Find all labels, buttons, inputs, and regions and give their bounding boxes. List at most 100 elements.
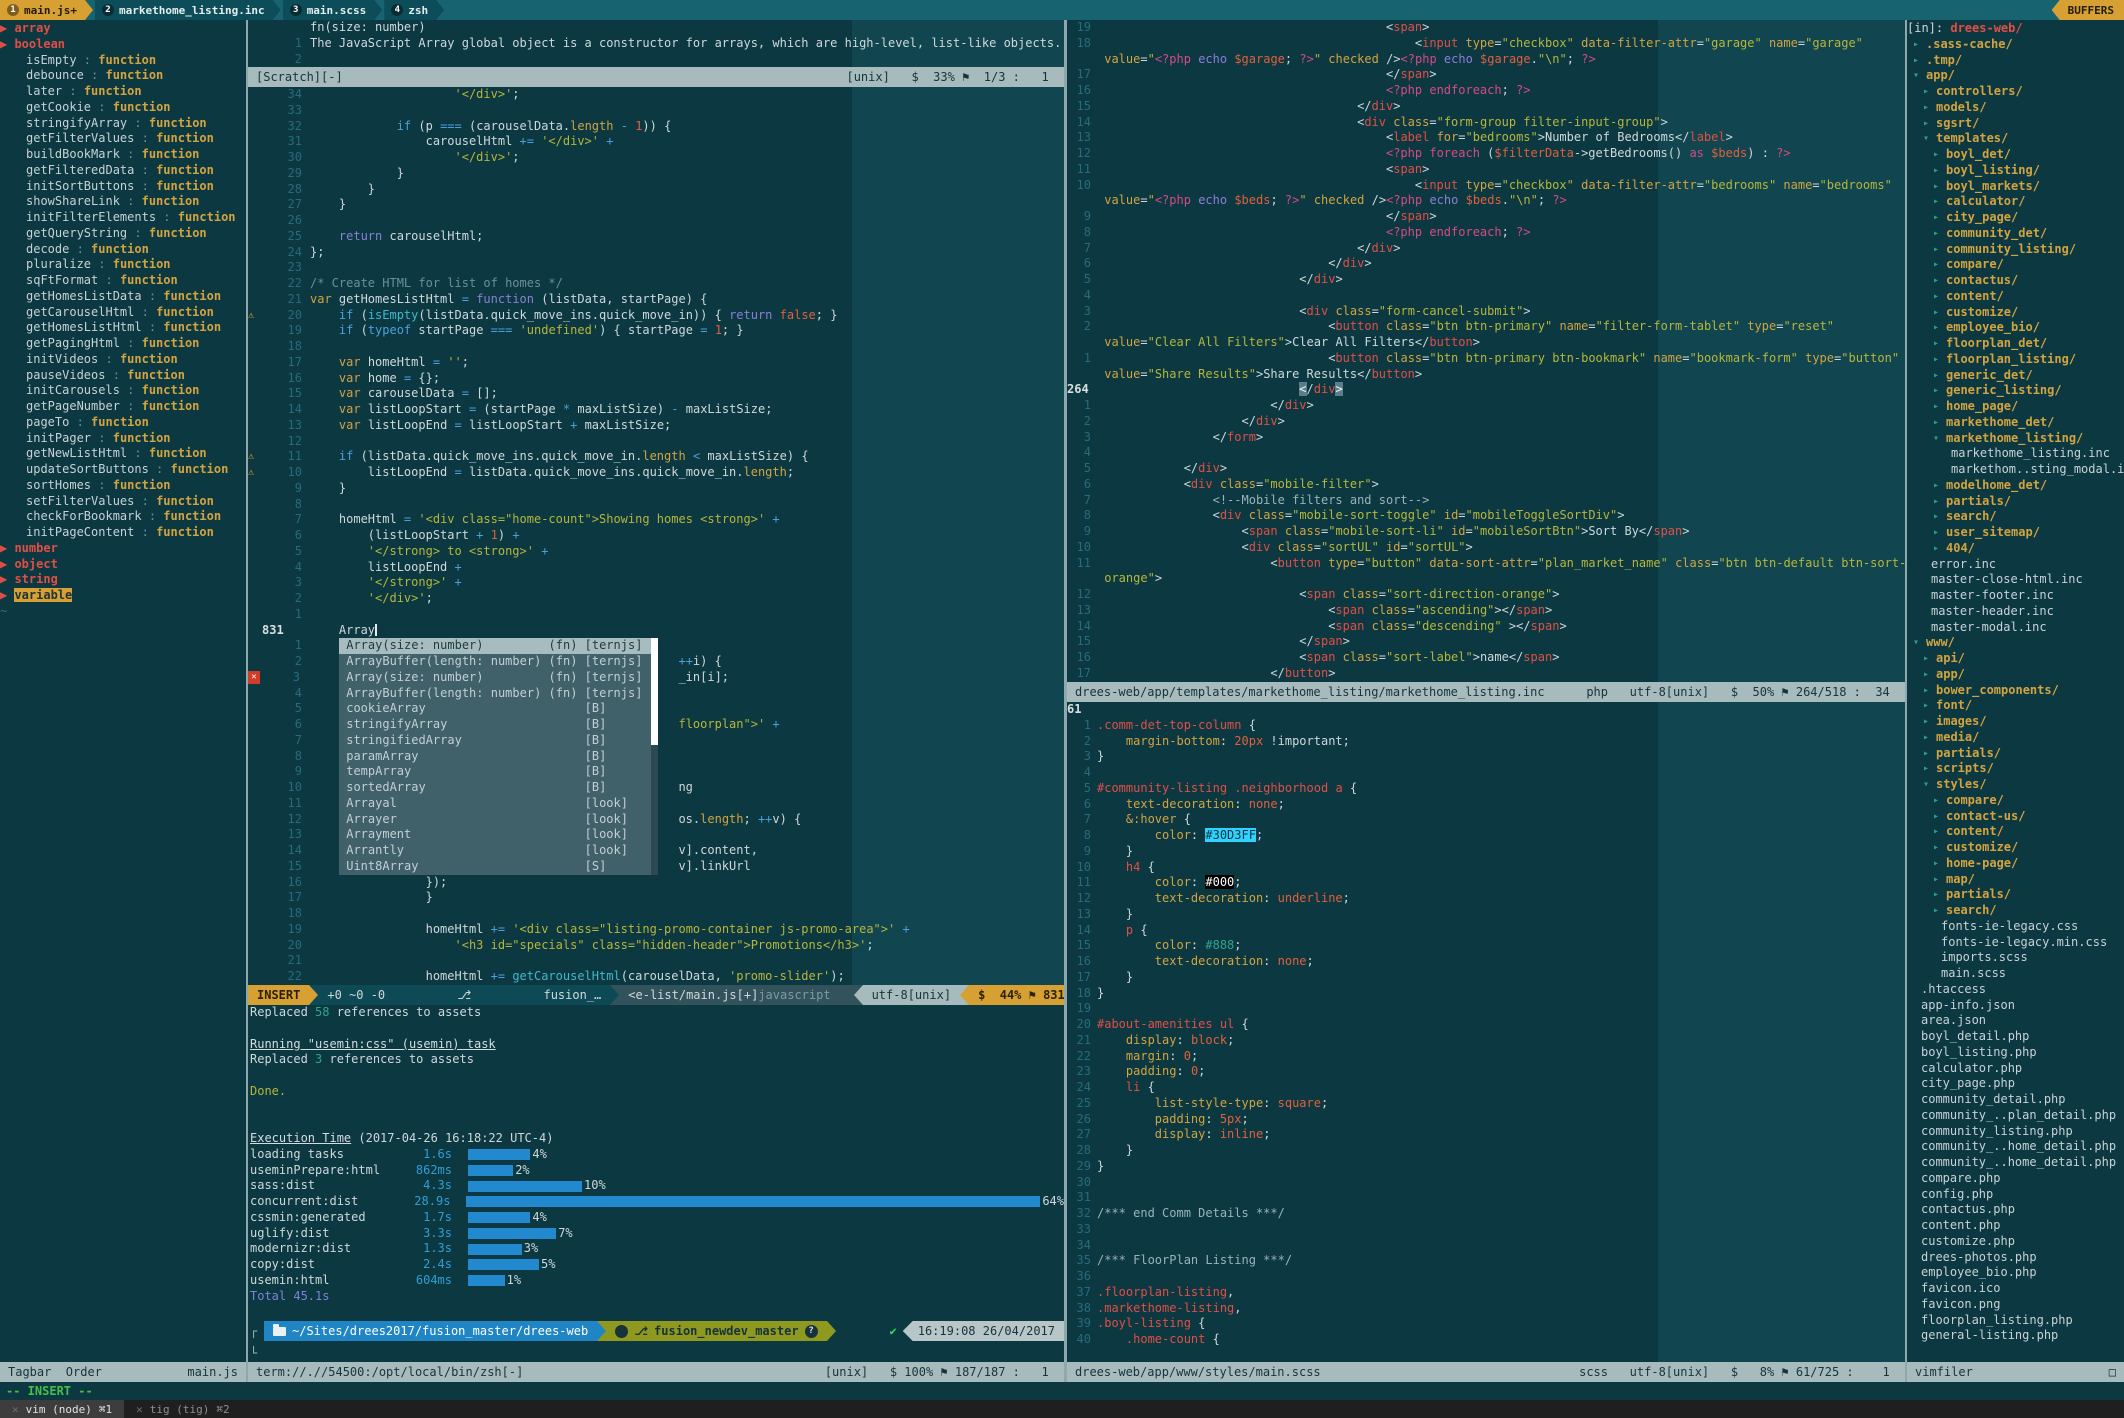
code-line[interactable]: 10 <div class="sortUL" id="sortUL"> [1067,540,1905,556]
completion-item[interactable]: tempArray [B] [339,764,658,780]
tree-directory[interactable]: ▸ boyl_markets/ [1907,179,2124,195]
code-line[interactable]: 2 </div> [1067,414,1905,430]
code-line[interactable]: 20 '<h3 id="specials" class="hidden-head… [248,938,1064,954]
code-line[interactable]: Running "usemin:css" (usemin) task [250,1037,1064,1053]
code-line[interactable]: 39 .boyl-listing { [1067,1316,1905,1332]
code-line[interactable]: 4 listLoopEnd + [248,560,1064,576]
code-line[interactable]: 19 if (typeof startPage === 'undefined')… [248,323,1064,339]
tree-directory[interactable]: ▸ images/ [1907,714,2124,730]
code-line[interactable]: 34 [1067,1238,1905,1254]
tree-file[interactable]: content.php [1907,1218,2124,1234]
code-line[interactable]: 40 .home-count { [1067,1332,1905,1348]
tree-directory[interactable]: ▾ www/ [1907,635,2124,651]
code-line[interactable]: 6 </div> [1067,256,1905,272]
tagbar-item[interactable]: pageTo : function [0,415,246,431]
code-line[interactable]: value="Clear All Filters">Clear All Filt… [1067,335,1905,351]
code-line[interactable]: 2 <button class="btn btn-primary" name="… [1067,319,1905,335]
code-line[interactable]: 5 '</strong> to <strong>' + [248,544,1064,560]
code-line[interactable]: 19 [1067,1001,1905,1017]
code-line[interactable]: 13 <label for="bedrooms">Number of Bedro… [1067,130,1905,146]
tree-directory[interactable]: ▸ compare/ [1907,257,2124,273]
code-line[interactable]: 7 &:hover { [1067,812,1905,828]
tree-directory[interactable]: ▸ home_page/ [1907,399,2124,415]
code-line[interactable]: 12 <?php foreach ($filterData->getBedroo… [1067,146,1905,162]
code-line[interactable]: 8 color: #30D3FF; [1067,828,1905,844]
tree-directory[interactable]: ▸ contactus/ [1907,273,2124,289]
tree-directory[interactable]: ▸ font/ [1907,698,2124,714]
code-line[interactable]: 32/*** end Comm Details ***/ [1067,1206,1905,1222]
tagbar-item[interactable]: decode : function [0,242,246,258]
tree-file[interactable]: area.json [1907,1013,2124,1029]
tree-directory[interactable]: ▸ partials/ [1907,887,2124,903]
tree-directory[interactable]: ▸ floorplan_det/ [1907,336,2124,352]
code-line[interactable]: 18} [1067,986,1905,1002]
code-line[interactable]: 33 [248,103,1064,119]
code-line[interactable]: 8 [248,497,1064,513]
code-line[interactable]: 19 <span> [1067,20,1905,36]
tree-file[interactable]: boyl_listing.php [1907,1045,2124,1061]
code-line[interactable]: fn(size: number) [248,20,1064,36]
tree-file[interactable]: fonts-ie-legacy.min.css [1907,935,2124,951]
code-line[interactable]: 61 [1067,702,1905,718]
tree-directory[interactable]: ▸ user_sitemap/ [1907,525,2124,541]
code-line[interactable] [250,1115,1064,1131]
tree-directory[interactable]: ▸ .sass-cache/ [1907,37,2124,53]
tree-file[interactable]: contactus.php [1907,1202,2124,1218]
tree-directory[interactable]: ▸ community_listing/ [1907,242,2124,258]
code-line[interactable]: 24}; [248,245,1064,261]
tree-directory[interactable]: ▸ generic_det/ [1907,368,2124,384]
tmux-buffer-tab[interactable]: 1 main.js+ [0,0,93,20]
tree-directory[interactable]: ▾ templates/ [1907,131,2124,147]
tagbar-item[interactable]: stringifyArray : function [0,116,246,132]
code-line[interactable]: 5 #community-listing .neighborhood a { [1067,781,1905,797]
completion-item[interactable]: ArrayBuffer(length: number) (fn) [ternjs… [339,654,658,670]
tmux-window-tab[interactable]: ✕ tig (tig) ⌘2 [124,1400,241,1418]
code-line[interactable]: 24 li { [1067,1080,1905,1096]
code-line[interactable]: 28 } [1067,1143,1905,1159]
tree-directory[interactable]: ▸ generic_listing/ [1907,383,2124,399]
tagbar-item[interactable]: ▶ string [0,572,246,588]
tree-file[interactable]: favicon.png [1907,1297,2124,1313]
tree-directory[interactable]: ▸ partials/ [1907,746,2124,762]
tree-file[interactable]: community_..home_detail.php [1907,1139,2124,1155]
tagbar-item[interactable]: getHomesListHtml : function [0,320,246,336]
code-line[interactable]: 14 p { [1067,923,1905,939]
tree-directory[interactable]: ▸ compare/ [1907,793,2124,809]
code-line[interactable]: 17 </button> [1067,666,1905,682]
code-line[interactable]: 1 .comm-det-top-column { [1067,718,1905,734]
completion-item[interactable]: paramArray [B] [339,749,658,765]
code-line[interactable]: 31 carouselHtml += '</div>' + [248,134,1064,150]
code-line[interactable]: 11 <button type="button" data-sort-attr=… [1067,556,1905,572]
code-line[interactable]: 12 text-decoration: underline; [1067,891,1905,907]
code-line[interactable] [250,1021,1064,1037]
php-window[interactable]: 19 <span> 18 <input type="checkbox" data-… [1067,20,1905,682]
code-line[interactable]: 3} [1067,749,1905,765]
code-line[interactable]: 16 <?php endforeach; ?> [1067,83,1905,99]
tree-directory[interactable]: ▸ bower_components/ [1907,683,2124,699]
code-line[interactable]: 1 <button class="btn btn-primary btn-boo… [1067,351,1905,367]
code-line[interactable]: 14 <div class="form-group filter-input-g… [1067,115,1905,131]
tree-directory[interactable]: ▾ app/ [1907,68,2124,84]
code-line[interactable]: 21 display: block; [1067,1033,1905,1049]
code-line[interactable]: 6 <div class="mobile-filter"> [1067,477,1905,493]
completion-item[interactable]: sortedArray [B] [339,780,658,796]
tree-directory[interactable]: ▸ search/ [1907,509,2124,525]
code-line[interactable]: 29 } [248,166,1064,182]
tree-file[interactable]: general-listing.php [1907,1328,2124,1344]
completion-item[interactable]: stringifiedArray [B] [339,733,658,749]
code-line[interactable] [250,1068,1064,1084]
completion-item[interactable]: Arrayer [look] [339,812,658,828]
tagbar-item[interactable]: ▶ boolean [0,37,246,53]
tree-file[interactable]: customize.php [1907,1234,2124,1250]
tagbar-item[interactable]: ▶ number [0,541,246,557]
tagbar-item[interactable]: initPageContent : function [0,525,246,541]
code-line[interactable]: 28 } [248,182,1064,198]
autocomplete-popup[interactable]: Array(size: number) (fn) [ternjs] ArrayB… [339,638,658,875]
code-line[interactable]: 17 </span> [1067,67,1905,83]
completion-item[interactable]: Uint8Array [S] [339,859,658,875]
tagbar-item[interactable]: pluralize : function [0,257,246,273]
tree-file[interactable]: boyl_detail.php [1907,1029,2124,1045]
tagbar-item[interactable]: initSortButtons : function [0,179,246,195]
code-line[interactable]: 11 <span> [1067,162,1905,178]
tree-file[interactable]: imports.scss [1907,950,2124,966]
